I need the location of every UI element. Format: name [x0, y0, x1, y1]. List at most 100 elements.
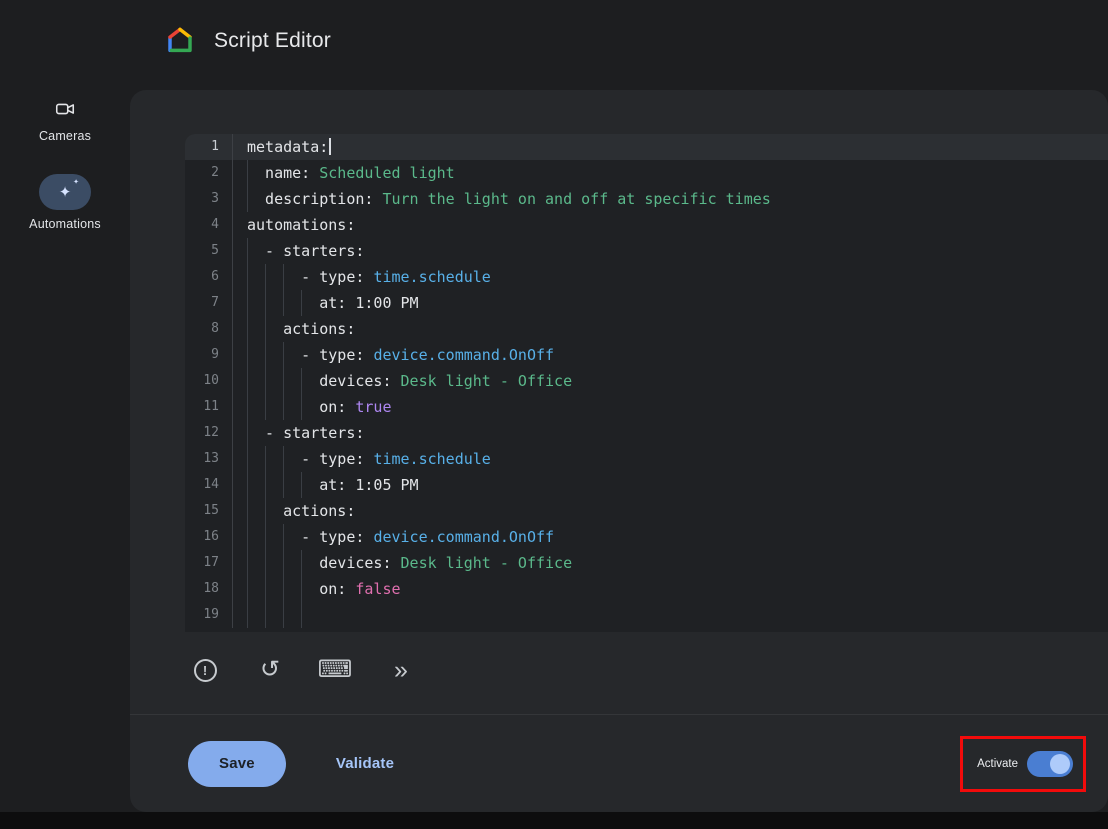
code-token: time.schedule: [373, 268, 490, 286]
indent-guide: [265, 550, 266, 576]
line-number: 12: [185, 420, 233, 446]
indent-guide: [283, 550, 284, 576]
code-text: - type: time.schedule: [233, 264, 1108, 290]
line-number: 9: [185, 342, 233, 368]
code-line[interactable]: 2 name: Scheduled light: [185, 160, 1108, 186]
code-line[interactable]: 18 on: false: [185, 576, 1108, 602]
code-token: devices:: [247, 554, 401, 572]
code-text: - type: time.schedule: [233, 446, 1108, 472]
indent-guide: [247, 420, 248, 446]
indent-guide: [265, 524, 266, 550]
indent-guide: [265, 602, 266, 628]
code-line[interactable]: 5 - starters:: [185, 238, 1108, 264]
activate-toggle[interactable]: [1027, 751, 1073, 777]
code-line[interactable]: 17 devices: Desk light - Office: [185, 550, 1108, 576]
save-button[interactable]: Save: [188, 741, 286, 787]
code-line[interactable]: 11 on: true: [185, 394, 1108, 420]
indent-guide: [247, 394, 248, 420]
indent-guide: [247, 316, 248, 342]
history-button[interactable]: ↺: [250, 650, 290, 690]
code-token: time.schedule: [373, 450, 490, 468]
code-line[interactable]: 9 - type: device.command.OnOff: [185, 342, 1108, 368]
code-line[interactable]: 13 - type: time.schedule: [185, 446, 1108, 472]
code-line[interactable]: 8 actions:: [185, 316, 1108, 342]
sparkle-icon: ✦: [59, 185, 72, 200]
code-token: Turn the light on and off at specific ti…: [382, 190, 770, 208]
code-text: actions:: [233, 316, 1108, 342]
code-line[interactable]: 1metadata:: [185, 134, 1108, 160]
line-number: 5: [185, 238, 233, 264]
text-cursor: [329, 138, 331, 155]
indent-guide: [247, 550, 248, 576]
code-text: - type: device.command.OnOff: [233, 342, 1108, 368]
indent-guide: [265, 264, 266, 290]
code-text: - starters:: [233, 238, 1108, 264]
active-nav-pill: ✦ ✦: [39, 174, 91, 210]
code-line[interactable]: 15 actions:: [185, 498, 1108, 524]
indent-guide: [265, 472, 266, 498]
error-icon: !: [194, 659, 217, 682]
indent-guide: [301, 394, 302, 420]
sidebar-item-cameras[interactable]: Cameras: [0, 96, 130, 143]
code-editor[interactable]: 1metadata:2 name: Scheduled light3 descr…: [185, 134, 1108, 632]
code-token: at: 1:00 PM: [247, 294, 419, 312]
code-text: on: false: [233, 576, 1108, 602]
google-home-logo-icon: [164, 24, 196, 56]
history-icon: ↺: [260, 658, 280, 682]
code-line[interactable]: 14 at: 1:05 PM: [185, 472, 1108, 498]
line-number: 8: [185, 316, 233, 342]
code-text: [233, 602, 1108, 628]
code-text: at: 1:05 PM: [233, 472, 1108, 498]
code-text: automations:: [233, 212, 1108, 238]
code-line[interactable]: 7 at: 1:00 PM: [185, 290, 1108, 316]
indent-guide: [247, 342, 248, 368]
sidebar-item-label: Cameras: [0, 129, 130, 143]
camera-icon: [0, 96, 130, 122]
code-line[interactable]: 6 - type: time.schedule: [185, 264, 1108, 290]
code-token: Scheduled light: [319, 164, 454, 182]
indent-guide: [247, 264, 248, 290]
code-token: device.command.OnOff: [373, 528, 554, 546]
editor-toolbar: ! ↺ ⌨ »: [185, 650, 420, 690]
expand-button[interactable]: »: [380, 650, 420, 690]
sidebar: Cameras ✦ ✦ Automations: [0, 90, 130, 790]
indent-guide: [265, 368, 266, 394]
code-token: false: [355, 580, 400, 598]
code-token: name:: [247, 164, 319, 182]
sidebar-item-automations[interactable]: ✦ ✦ Automations: [0, 174, 130, 231]
line-number: 16: [185, 524, 233, 550]
keyboard-shortcuts-button[interactable]: ⌨: [315, 650, 355, 690]
code-line[interactable]: 10 devices: Desk light - Office: [185, 368, 1108, 394]
line-number: 19: [185, 602, 233, 628]
code-text: metadata:: [233, 134, 1108, 160]
code-line[interactable]: 12 - starters:: [185, 420, 1108, 446]
indent-guide: [283, 368, 284, 394]
indent-guide: [247, 160, 248, 186]
sparkle-small-icon: ✦: [73, 179, 79, 186]
indent-guide: [283, 524, 284, 550]
code-token: - starters:: [247, 424, 364, 442]
code-text: actions:: [233, 498, 1108, 524]
problems-button[interactable]: !: [185, 650, 225, 690]
indent-guide: [283, 290, 284, 316]
indent-guide: [283, 394, 284, 420]
code-line[interactable]: 3 description: Turn the light on and off…: [185, 186, 1108, 212]
code-text: on: true: [233, 394, 1108, 420]
indent-guide: [247, 524, 248, 550]
validate-button[interactable]: Validate: [330, 754, 400, 773]
line-number: 18: [185, 576, 233, 602]
code-token: automations:: [247, 216, 355, 234]
code-text: devices: Desk light - Office: [233, 368, 1108, 394]
editor-panel: 1metadata:2 name: Scheduled light3 descr…: [130, 90, 1108, 812]
code-line[interactable]: 19: [185, 602, 1108, 628]
indent-guide: [265, 394, 266, 420]
indent-guide: [283, 602, 284, 628]
line-number: 4: [185, 212, 233, 238]
editor-footer: Save Validate Activate: [130, 714, 1108, 812]
indent-guide: [247, 290, 248, 316]
line-number: 1: [185, 134, 233, 160]
indent-guide: [265, 290, 266, 316]
code-line[interactable]: 16 - type: device.command.OnOff: [185, 524, 1108, 550]
app-header: Script Editor: [0, 0, 1108, 90]
code-line[interactable]: 4 automations:: [185, 212, 1108, 238]
